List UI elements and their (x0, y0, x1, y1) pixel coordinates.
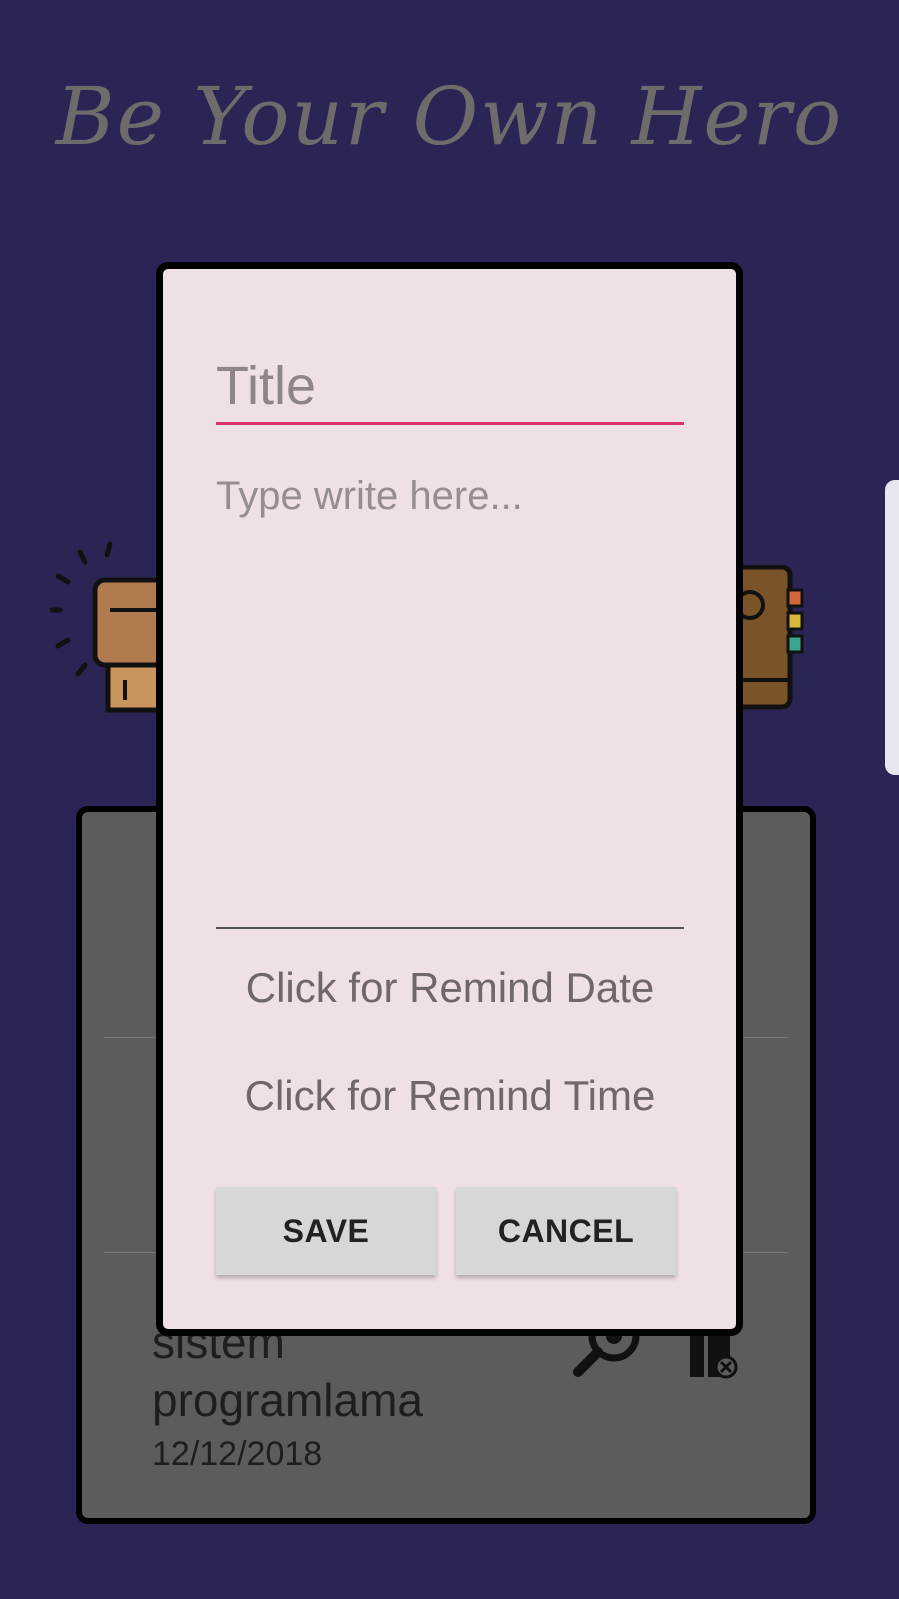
app-title: Be Your Own Hero (55, 70, 844, 163)
note-date: 12/12/2018 (152, 1435, 323, 1473)
edge-panel-handle[interactable] (885, 480, 899, 775)
remind-time-button[interactable]: Click for Remind Time (216, 1072, 684, 1120)
title-input[interactable] (216, 349, 684, 425)
add-note-dialog: Click for Remind Date Click for Remind T… (156, 262, 743, 1336)
remind-date-button[interactable]: Click for Remind Date (216, 964, 684, 1012)
cancel-button[interactable]: CANCEL (456, 1187, 676, 1275)
save-button[interactable]: SAVE (216, 1187, 436, 1275)
contact-book-icon (730, 565, 804, 710)
fist-icon (50, 541, 170, 713)
note-body-input[interactable] (216, 474, 684, 929)
